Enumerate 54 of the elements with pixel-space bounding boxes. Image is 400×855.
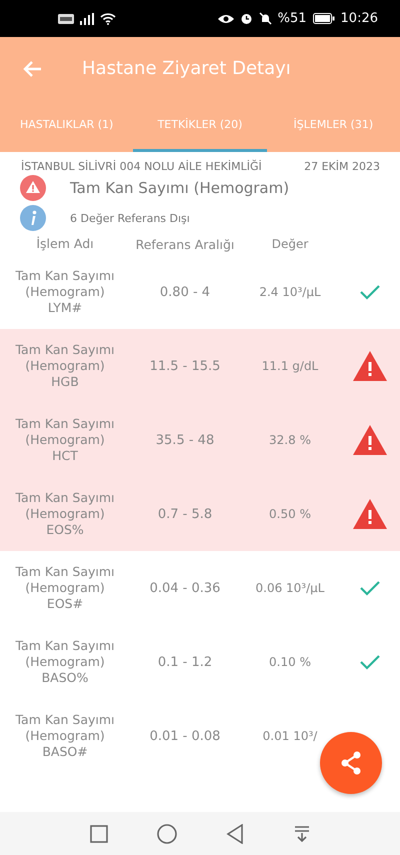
value-cell-text: 11.1 g/dL <box>260 359 320 373</box>
range-cell-text: 35.5 - 48 <box>154 432 216 448</box>
value-cell-text: 2.4 10³/µL <box>258 285 322 299</box>
clock: 10:26 <box>340 11 378 26</box>
recents-icon[interactable] <box>90 824 108 842</box>
value-cell-text: 0.06 10³/µL <box>254 581 326 595</box>
range-cell-text: 0.04 - 0.36 <box>148 580 222 596</box>
battery-percent: %51 <box>278 11 307 26</box>
value-cell-text: 0.10 % <box>268 655 312 669</box>
test-cell-text: Tam Kan Sayımı (Hemogram) EOS% <box>14 490 116 538</box>
alarm-icon <box>240 12 253 25</box>
range-cell-text: 0.7 - 5.8 <box>156 506 214 522</box>
info-icon <box>20 205 46 231</box>
value-cell-text: 32.8 % <box>268 433 312 447</box>
check-icon <box>360 654 380 670</box>
tab[interactable]: İŞLEMLER (31) <box>266 100 400 152</box>
back-icon[interactable] <box>226 824 244 844</box>
range-cell-text: 0.80 - 4 <box>158 284 212 300</box>
check-icon <box>360 284 380 300</box>
test-cell-text: Tam Kan Sayımı (Hemogram) LYM# <box>14 268 116 316</box>
range-cell-text: 0.01 - 0.08 <box>148 728 222 744</box>
bell-off-icon <box>258 12 272 25</box>
wifi-icon <box>100 12 116 24</box>
warning-icon <box>353 351 387 381</box>
value-cell-text: 0.50 % <box>268 507 312 521</box>
range-cell-text: 11.5 - 15.5 <box>148 358 222 374</box>
test-cell-text: Tam Kan Sayımı (Hemogram) HGB <box>14 342 116 390</box>
home-icon[interactable] <box>156 824 176 844</box>
volte-icon <box>58 14 74 24</box>
warning-icon <box>353 425 387 455</box>
check-icon <box>360 580 380 596</box>
test-cell-text: Tam Kan Sayımı (Hemogram) BASO% <box>14 638 116 686</box>
column-header: Referans Aralığı <box>134 236 236 252</box>
column-header: Değer <box>270 237 310 251</box>
notification-pull-icon[interactable] <box>292 824 310 842</box>
share-button[interactable] <box>320 732 382 794</box>
tab[interactable]: TETKİKLER (20) <box>133 100 267 152</box>
value-cell-text: 0.01 10³/ <box>262 729 318 743</box>
warning-icon <box>353 499 387 529</box>
screen-title: Hastane Ziyaret Detayı <box>82 58 291 79</box>
test-cell-text: Tam Kan Sayımı (Hemogram) BASO# <box>14 712 116 760</box>
signal-icon <box>80 12 94 24</box>
battery-icon <box>312 13 335 24</box>
facility-name: İSTANBUL SİLİVRİ 004 NOLU AİLE HEKİMLİĞİ <box>21 160 262 173</box>
visit-date: 27 EKİM 2023 <box>304 160 380 173</box>
test-cell-text: Tam Kan Sayımı (Hemogram) HCT <box>14 416 116 464</box>
eye-icon <box>218 14 234 24</box>
summary-text: 6 Değer Referans Dışı <box>70 212 190 224</box>
test-name: Tam Kan Sayımı (Hemogram) <box>70 179 290 197</box>
range-cell-text: 0.1 - 1.2 <box>156 654 214 670</box>
warning-icon <box>20 175 46 201</box>
test-cell-text: Tam Kan Sayımı (Hemogram) EOS# <box>14 564 116 612</box>
column-header: İşlem Adı <box>35 236 95 252</box>
tab[interactable]: HASTALIKLAR (1) <box>0 100 134 152</box>
